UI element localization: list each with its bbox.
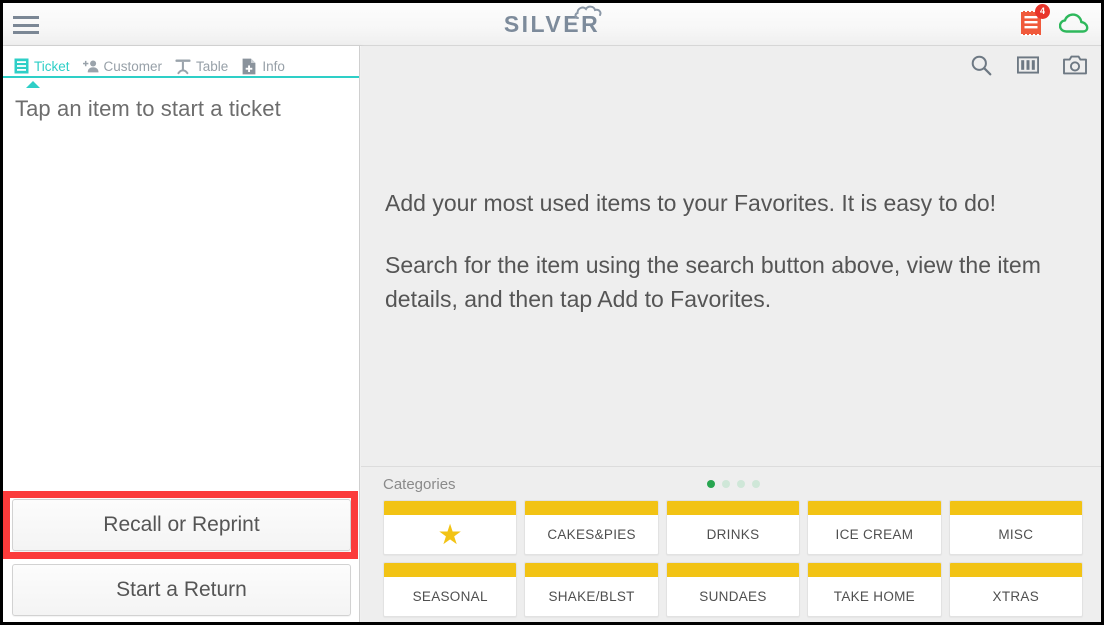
- category-tile-label: SEASONAL: [412, 589, 488, 604]
- category-tile-label: SHAKE/BLST: [548, 589, 635, 604]
- category-tile-label: ICE CREAM: [835, 527, 914, 542]
- category-color-bar: [949, 501, 1082, 515]
- category-tile-seasonal[interactable]: SEASONAL: [383, 562, 518, 617]
- start-a-return-slot: Start a Return: [12, 564, 351, 616]
- pagination-dot-2[interactable]: [721, 480, 730, 488]
- category-tile-label: TAKE HOME: [833, 589, 915, 604]
- logo-label: SILVER: [503, 11, 601, 37]
- add-document-icon: [241, 58, 257, 74]
- camera-icon: [1063, 55, 1087, 75]
- ticket-tabs: Ticket Customer Table Info: [3, 46, 359, 88]
- category-tile-cakes-pies[interactable]: CAKES&PIES: [524, 500, 659, 555]
- recall-or-reprint-label: Recall or Reprint: [103, 513, 260, 536]
- favorites-toolbar: [969, 53, 1087, 77]
- category-tile-label: MISC: [998, 527, 1034, 542]
- open-tickets-button[interactable]: 4: [1019, 4, 1050, 39]
- category-color-bar: [525, 501, 658, 515]
- category-color-bar: [525, 563, 658, 577]
- categories-section: Categories ★ CAKES&PIES DRINKS ICE CREAM…: [361, 466, 1101, 622]
- tab-table[interactable]: Table: [171, 55, 237, 77]
- ticket-empty-hint: Tap an item to start a ticket: [15, 96, 281, 121]
- start-a-return-label: Start a Return: [116, 578, 247, 601]
- category-tile-label: ★: [384, 515, 516, 554]
- app-header: SILVER 4: [3, 3, 1101, 46]
- cloud-icon: [1059, 13, 1089, 33]
- category-tile-take-home[interactable]: TAKE HOME: [807, 562, 942, 617]
- camera-button[interactable]: [1063, 53, 1087, 77]
- category-tile-label: SUNDAES: [699, 589, 767, 604]
- category-grid: ★ CAKES&PIES DRINKS ICE CREAM MISC SEASO…: [383, 500, 1083, 617]
- app-logo: SILVER: [3, 5, 1101, 38]
- category-tile-label: XTRAS: [992, 589, 1040, 604]
- start-a-return-button[interactable]: Start a Return: [12, 564, 351, 616]
- category-color-bar: [384, 563, 517, 577]
- logo-text-wrapper: SILVER: [503, 5, 602, 38]
- category-color-bar: [808, 501, 941, 515]
- category-tile-ice-cream[interactable]: ICE CREAM: [807, 500, 942, 555]
- category-tile-misc[interactable]: MISC: [948, 500, 1083, 555]
- star-icon: ★: [437, 518, 463, 550]
- hamburger-menu-icon[interactable]: [13, 15, 39, 35]
- recall-or-reprint-slot: Recall or Reprint: [3, 491, 358, 559]
- table-icon: [175, 58, 191, 74]
- hamburger-bar: [13, 31, 39, 34]
- category-color-bar: [384, 501, 517, 515]
- hamburger-bar: [13, 16, 39, 19]
- category-tile-label: CAKES&PIES: [547, 527, 636, 542]
- categories-header: Categories: [383, 476, 1083, 500]
- layout-columns-button[interactable]: [1016, 53, 1040, 77]
- search-button[interactable]: [969, 53, 993, 77]
- tab-ticket[interactable]: Ticket: [9, 55, 79, 88]
- tab-info-label: Info: [262, 58, 285, 74]
- favorites-panel: Add your most used items to your Favorit…: [361, 46, 1101, 622]
- category-color-bar: [666, 563, 800, 577]
- tab-customer-label: Customer: [103, 58, 163, 74]
- category-tile-favorites[interactable]: ★: [383, 500, 518, 555]
- pagination-dot-1[interactable]: [706, 480, 715, 488]
- favorites-instructions: Add your most used items to your Favorit…: [385, 186, 1073, 316]
- ticket-icon: [13, 58, 29, 74]
- category-pagination-dots[interactable]: [383, 480, 1083, 488]
- tab-ticket-label: Ticket: [34, 58, 70, 74]
- cloud-sync-button[interactable]: [1059, 13, 1089, 35]
- favorites-paragraph-2: Search for the item using the search but…: [385, 252, 1041, 312]
- pagination-dot-3[interactable]: [736, 480, 745, 488]
- category-color-bar: [666, 501, 800, 515]
- favorites-paragraph-1: Add your most used items to your Favorit…: [385, 190, 997, 216]
- category-tile-drinks[interactable]: DRINKS: [665, 500, 801, 555]
- category-color-bar: [808, 563, 941, 577]
- ticket-panel: Ticket Customer Table Info Tap an item t…: [3, 46, 360, 622]
- pagination-dot-4[interactable]: [751, 480, 760, 488]
- search-icon: [971, 55, 992, 76]
- ticket-count-badge: 4: [1035, 4, 1050, 19]
- category-tile-xtras[interactable]: XTRAS: [948, 562, 1083, 617]
- pos-app-screen: SILVER 4 Ticket Customer Table Info Tap …: [0, 0, 1104, 625]
- category-tile-sundaes[interactable]: SUNDAES: [665, 562, 801, 617]
- tab-info[interactable]: Info: [237, 55, 294, 77]
- add-person-icon: [82, 58, 99, 74]
- category-tile-shake-blst[interactable]: SHAKE/BLST: [524, 562, 659, 617]
- tab-customer[interactable]: Customer: [79, 55, 172, 77]
- columns-layout-icon: [1017, 56, 1039, 74]
- hamburger-bar: [13, 23, 39, 27]
- category-tile-label: DRINKS: [706, 527, 760, 542]
- category-color-bar: [949, 563, 1082, 577]
- ticket-action-buttons: Recall or Reprint Start a Return: [3, 491, 360, 616]
- header-actions: 4: [1019, 4, 1089, 39]
- tab-table-label: Table: [196, 58, 229, 74]
- cloud-icon: [574, 5, 602, 19]
- recall-or-reprint-button[interactable]: Recall or Reprint: [12, 499, 351, 551]
- active-tab-indicator: [26, 81, 40, 88]
